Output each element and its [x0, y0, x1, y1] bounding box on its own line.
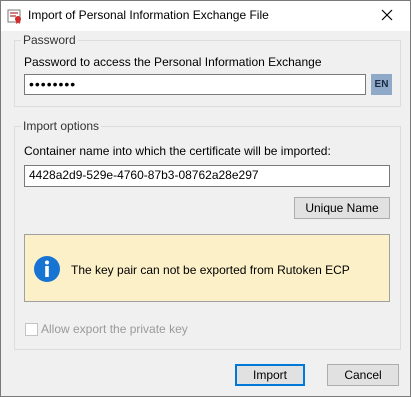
info-message-box: The key pair can not be exported from Ru… — [24, 234, 390, 302]
password-group: Password Password to access the Personal… — [14, 33, 401, 107]
container-name-prompt: Container name into which the certificat… — [24, 144, 331, 158]
password-group-label: Password — [21, 33, 78, 47]
certificate-app-icon — [7, 8, 23, 24]
import-pfx-dialog: Import of Personal Information Exchange … — [0, 0, 411, 397]
window-title: Import of Personal Information Exchange … — [28, 8, 269, 22]
close-icon — [381, 9, 393, 24]
password-field[interactable]: •••••••• — [24, 74, 366, 95]
title-bar[interactable]: Import of Personal Information Exchange … — [1, 1, 410, 31]
container-name-field[interactable]: 4428a2d9-529e-4760-87b3-08762a28e297 — [24, 165, 390, 187]
language-indicator: EN — [371, 74, 392, 95]
info-icon — [33, 255, 61, 283]
allow-export-label: Allow export the private key — [41, 322, 188, 336]
close-button[interactable] — [364, 1, 410, 31]
password-prompt: Password to access the Personal Informat… — [24, 55, 322, 69]
info-message: The key pair can not be exported from Ru… — [71, 263, 350, 277]
unique-name-button[interactable]: Unique Name — [294, 197, 390, 219]
cancel-button[interactable]: Cancel — [327, 364, 399, 386]
allow-export-checkbox[interactable] — [25, 323, 38, 336]
import-options-group-label: Import options — [21, 119, 102, 133]
import-options-group: Import options Container name into which… — [14, 119, 401, 350]
import-button[interactable]: Import — [235, 364, 305, 386]
